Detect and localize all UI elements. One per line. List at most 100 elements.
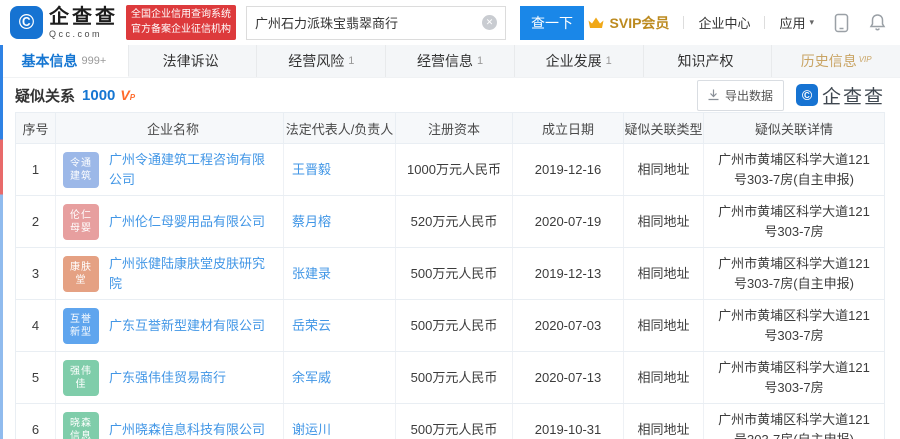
- header-seq: 序号: [16, 113, 56, 143]
- brand-text: 企查查 Qcc.com: [49, 7, 118, 39]
- established-date: 2019-12-13: [513, 248, 624, 299]
- notification-bell-icon[interactable]: [869, 13, 886, 32]
- company-name-link[interactable]: 广州伦仁母婴用品有限公司: [109, 212, 265, 232]
- registered-capital: 500万元人民币: [396, 404, 513, 439]
- row-index: 5: [16, 352, 56, 403]
- tab-intellectual-property[interactable]: 知识产权: [644, 45, 773, 77]
- clear-search-icon[interactable]: ✕: [482, 15, 497, 30]
- row-index: 3: [16, 248, 56, 299]
- qcc-watermark: © 企查查: [795, 82, 885, 109]
- tab-label: 经营信息: [416, 53, 473, 69]
- table-row: 1 令通 建筑 广州令通建筑工程咨询有限公司 王晋毅 1000万元人民币 201…: [16, 143, 884, 195]
- company-name-link[interactable]: 广东强伟佳贸易商行: [109, 368, 226, 388]
- legal-rep-link[interactable]: 岳荣云: [292, 316, 331, 336]
- company-name-link[interactable]: 广州晓森信息科技有限公司: [109, 420, 265, 439]
- divider: [764, 16, 766, 29]
- relation-type: 相同地址: [624, 248, 704, 299]
- registered-capital: 500万元人民币: [396, 248, 513, 299]
- tab-basic-info[interactable]: 基本信息 999+: [0, 45, 129, 77]
- company-name-link[interactable]: 广州令通建筑工程咨询有限公司: [109, 150, 275, 189]
- legal-rep-link[interactable]: 谢运川: [292, 420, 331, 439]
- qcc-watermark-text: 企查查: [821, 86, 885, 108]
- relation-detail: 广州市黄埔区科学大道121号303-7房(自主申报): [718, 256, 870, 291]
- tab-legal-litigation[interactable]: 法律诉讼: [129, 45, 258, 77]
- relation-type: 相同地址: [624, 404, 704, 439]
- svip-label: SVIP会员: [609, 14, 670, 31]
- company-name-link[interactable]: 广州张健陆康肤堂皮肤研究院: [109, 254, 275, 293]
- tab-business-info[interactable]: 经营信息 1: [386, 45, 515, 77]
- tab-enterprise-development[interactable]: 企业发展 1: [515, 45, 644, 77]
- header-right-menu: SVIP会员 企业中心 应用 ▾: [587, 13, 900, 33]
- established-date: 2019-10-31: [513, 404, 624, 439]
- header-capital: 注册资本: [396, 113, 513, 143]
- apps-menu-item[interactable]: 应用 ▾: [779, 13, 814, 32]
- search-button[interactable]: 查一下: [520, 5, 584, 40]
- vip-flag-icon: VP: [120, 87, 136, 103]
- established-date: 2020-07-19: [513, 196, 624, 247]
- row-index: 1: [16, 144, 56, 195]
- badge-line1: 康肤: [70, 261, 92, 273]
- vip-tag: VIP: [858, 54, 872, 64]
- row-index: 4: [16, 300, 56, 351]
- svip-menu-item[interactable]: SVIP会员: [587, 13, 670, 33]
- company-logo-badge: 康肤 堂: [63, 255, 99, 292]
- qcc-logo[interactable]: © 企查查 Qcc.com: [10, 6, 118, 39]
- company-logo-badge: 令通 建筑: [63, 151, 99, 188]
- company-name-link[interactable]: 广东互誉新型建材有限公司: [109, 316, 265, 336]
- tab-label: 企业发展: [545, 53, 602, 69]
- chevron-down-icon: ▾: [809, 17, 814, 27]
- relation-type: 相同地址: [624, 352, 704, 403]
- table-body: 1 令通 建筑 广州令通建筑工程咨询有限公司 王晋毅 1000万元人民币 201…: [16, 143, 884, 439]
- row-index: 2: [16, 196, 56, 247]
- relation-detail: 广州市黄埔区科学大道121号303-7房: [718, 204, 870, 239]
- apps-label: 应用: [779, 16, 806, 31]
- enterprise-center-menu-item[interactable]: 企业中心: [698, 13, 750, 32]
- certification-line2: 官方备案企业征信机构: [131, 23, 231, 35]
- established-date: 2020-07-13: [513, 352, 624, 403]
- enterprise-center-label: 企业中心: [698, 16, 751, 31]
- badge-line2: 新型: [70, 326, 92, 338]
- table-row: 5 强伟 佳 广东强伟佳贸易商行 余军威 500万元人民币 2020-07-13…: [16, 351, 884, 403]
- left-edge-decoration: [0, 45, 3, 439]
- section-bar: 疑似关系 1000 VP 导出数据 © 企查查: [0, 78, 900, 112]
- tab-history-info[interactable]: 历史信息 VIP: [772, 45, 900, 77]
- badge-line1: 伦仁: [70, 209, 92, 221]
- tab-label: 历史信息: [800, 53, 857, 69]
- legal-rep-link[interactable]: 王晋毅: [292, 160, 331, 180]
- header-relation-type: 疑似关联类型: [624, 113, 704, 143]
- brand-name: 企查查: [49, 5, 118, 28]
- mobile-app-icon[interactable]: [834, 13, 849, 33]
- section-title: 疑似关系: [15, 87, 76, 105]
- search-input[interactable]: [255, 15, 482, 30]
- relation-detail: 广州市黄埔区科学大道121号303-7房: [718, 360, 870, 395]
- table-row: 6 晓森 信息 广州晓森信息科技有限公司 谢运川 500万元人民币 2019-1…: [16, 403, 884, 439]
- badge-line1: 互誉: [70, 313, 92, 325]
- certification-line1: 全国企业信用查询系统: [131, 9, 231, 20]
- registered-capital: 500万元人民币: [396, 352, 513, 403]
- established-date: 2019-12-16: [513, 144, 624, 195]
- tab-operational-risk[interactable]: 经营风险 1: [257, 45, 387, 77]
- tab-label: 经营风险: [288, 53, 345, 69]
- search-input-wrap: ✕: [246, 5, 506, 40]
- legal-rep-link[interactable]: 张建录: [292, 264, 331, 284]
- company-logo-badge: 互誉 新型: [63, 307, 99, 344]
- header-relation-detail: 疑似关联详情: [754, 121, 833, 137]
- certification-badge: 全国企业信用查询系统 官方备案企业征信机构: [126, 5, 236, 40]
- export-data-button[interactable]: 导出数据: [696, 79, 784, 111]
- section-actions: 导出数据 © 企查查: [696, 79, 885, 111]
- header-legal-rep: 法定代表人/负责人: [284, 113, 396, 143]
- badge-line2: 佳: [75, 378, 87, 390]
- table-header-row: 序号 企业名称 法定代表人/负责人 注册资本 成立日期 疑似关联类型 疑似关联详…: [16, 113, 884, 143]
- divider: [683, 16, 685, 29]
- tab-label: 法律诉讼: [162, 53, 219, 69]
- legal-rep-link[interactable]: 蔡月榕: [292, 212, 331, 232]
- top-header: © 企查查 Qcc.com 全国企业信用查询系统 官方备案企业征信机构 ✕ 查一…: [0, 0, 900, 45]
- crown-icon: [588, 17, 604, 28]
- brand-domain: Qcc.com: [49, 28, 103, 39]
- suspected-relations-table: 序号 企业名称 法定代表人/负责人 注册资本 成立日期 疑似关联类型 疑似关联详…: [15, 112, 885, 439]
- company-nav-tabs: 基本信息 999+ 法律诉讼 经营风险 1 经营信息 1 企业发展 1 知识产权…: [0, 45, 900, 78]
- qcc-watermark-icon: ©: [795, 84, 818, 106]
- legal-rep-link[interactable]: 余军威: [292, 368, 331, 388]
- relation-type: 相同地址: [624, 196, 704, 247]
- tab-label: 知识产权: [677, 53, 734, 69]
